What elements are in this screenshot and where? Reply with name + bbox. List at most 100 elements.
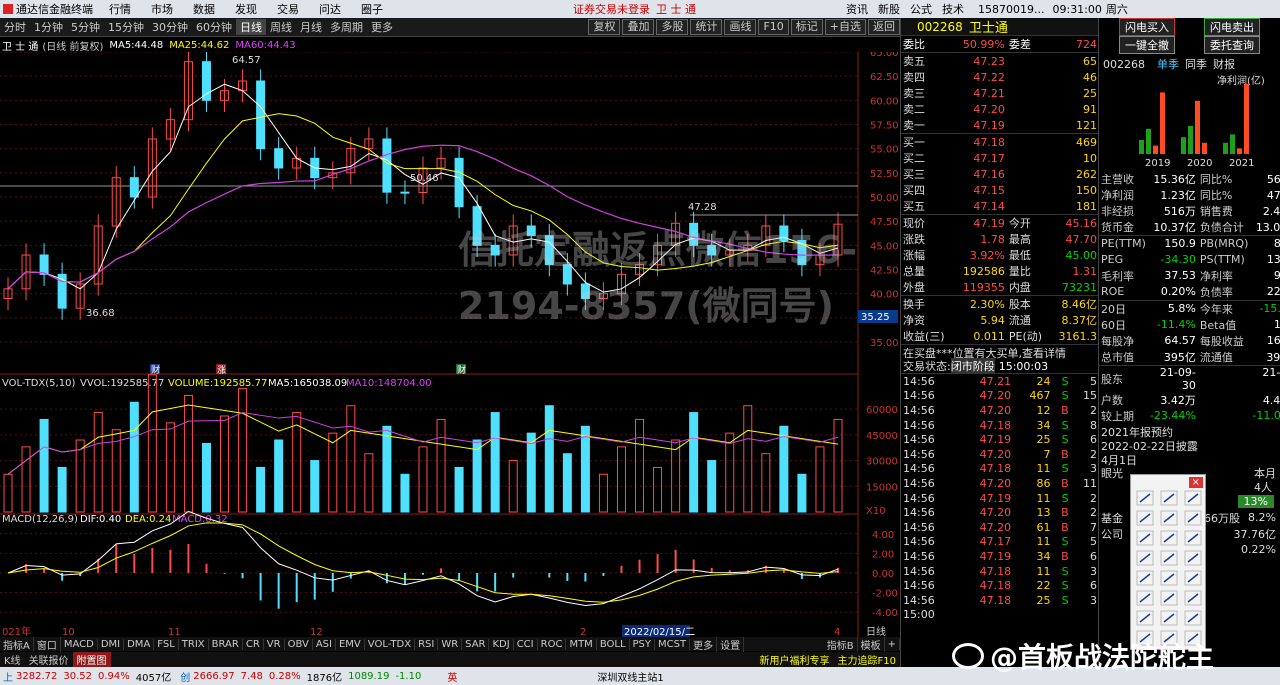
indicator-tab[interactable]: MTM — [566, 638, 597, 650]
period-tab[interactable]: 分时 — [0, 19, 30, 35]
period-tab[interactable]: 周线 — [266, 19, 296, 35]
multi-stock-button[interactable]: 多股 — [656, 19, 689, 35]
period-tab[interactable]: 15分钟 — [104, 19, 148, 35]
period-tab-more[interactable]: 更多 — [367, 19, 397, 35]
indicator-tab[interactable]: 指标A — [0, 636, 34, 652]
volume-bar — [544, 405, 554, 513]
period-tab[interactable]: 60分钟 — [192, 19, 236, 35]
indicator-tab[interactable]: FSL — [154, 638, 179, 650]
candle-body — [274, 148, 284, 169]
promo-link[interactable]: 新用户福利专享 — [756, 652, 834, 667]
bid-price[interactable]: 47.18 — [954, 134, 1007, 151]
menu-item-circle[interactable]: 圈子 — [351, 1, 393, 17]
draw-line-button[interactable]: 画线 — [724, 19, 757, 35]
stat-value: 5.94 — [980, 313, 1005, 327]
ask-price[interactable]: 47.22 — [954, 69, 1007, 85]
period-tab[interactable]: 多周期 — [326, 19, 367, 35]
menu-item-data[interactable]: 数据 — [183, 1, 225, 17]
indicator-b-tab[interactable]: 指标B — [824, 636, 858, 652]
big-order-notice[interactable]: 在买盘***位置有大买单,查看详情 — [901, 345, 1098, 359]
indicator-tab[interactable]: BRAR — [209, 638, 243, 650]
indicator-tab[interactable]: DMI — [98, 638, 125, 650]
indicator-settings[interactable]: 设置 — [717, 636, 745, 652]
overlay-button[interactable]: 叠加 — [622, 19, 655, 35]
mark-button[interactable]: 标记 — [790, 19, 823, 35]
indicator-tab[interactable]: CCI — [514, 638, 538, 650]
kline-tab[interactable]: K线 — [0, 652, 25, 667]
news-line[interactable]: 2022-02-22日披露 — [1099, 438, 1280, 453]
bid-price[interactable]: 47.16 — [954, 166, 1007, 182]
drawing-tool-palette[interactable]: × — [1130, 474, 1206, 650]
restore-right-button[interactable]: 复权 — [588, 19, 621, 35]
ask-price[interactable]: 47.21 — [954, 85, 1007, 101]
kline-chart[interactable]: 65.0062.5060.0057.5055.0052.5050.0047.50… — [0, 52, 900, 637]
ime-indicator[interactable]: 英 — [447, 669, 457, 684]
macd-tick: 0.00 — [872, 569, 894, 580]
bid-price[interactable]: 47.15 — [954, 182, 1007, 198]
menu-item-market[interactable]: 行情 — [99, 1, 141, 17]
menu-item-market2[interactable]: 市场 — [141, 1, 183, 17]
indicator-tab[interactable]: CR — [243, 638, 264, 650]
news-line[interactable]: 2021年报预约 — [1099, 424, 1280, 439]
flash-sell-button[interactable]: 闪电卖出 — [1204, 18, 1260, 36]
fin-tab-report[interactable]: 财报 — [1213, 56, 1235, 72]
menu-news[interactable]: 资讯 — [846, 1, 868, 17]
add-favorite-button[interactable]: +自选 — [824, 19, 866, 35]
related-quote-tab[interactable]: 关联报价 — [25, 652, 73, 667]
finance-tag-2[interactable]: 财 — [457, 364, 466, 376]
period-tab-daily[interactable]: 日线 — [236, 19, 266, 35]
ask-price[interactable]: 47.19 — [954, 117, 1007, 134]
fin-tab-quarter[interactable]: 单季 — [1157, 56, 1179, 72]
indicator-tab-more[interactable]: 更多 — [690, 636, 718, 652]
limit-tag[interactable]: 涨 — [217, 365, 226, 376]
indicator-tab[interactable]: MCST — [655, 638, 691, 650]
cancel-all-button[interactable]: 一键全撤 — [1119, 36, 1175, 54]
indicator-tab[interactable]: PSY — [630, 638, 656, 650]
indicator-tab[interactable]: SAR — [462, 638, 490, 650]
news-line[interactable]: 4月1日 — [1099, 452, 1280, 467]
indicator-tab[interactable]: VOL-TDX — [365, 638, 416, 650]
indicator-tab[interactable]: ASI — [313, 638, 336, 650]
menu-tech[interactable]: 技术 — [942, 1, 964, 17]
period-tab[interactable]: 5分钟 — [67, 19, 104, 35]
flash-buy-button[interactable]: 闪电买入 — [1119, 18, 1175, 36]
order-query-button[interactable]: 委托查询 — [1204, 36, 1260, 54]
bid-price[interactable]: 47.17 — [954, 150, 1007, 166]
promo-link-2[interactable]: 主力追踪F10 — [834, 652, 900, 667]
indicator-tab[interactable]: KDJ — [489, 638, 514, 650]
indicator-tab[interactable]: OBV — [285, 638, 313, 650]
bid-price[interactable]: 47.14 — [954, 198, 1007, 215]
period-tab[interactable]: 1分钟 — [30, 19, 67, 35]
indicator-tab[interactable]: MACD — [61, 638, 98, 650]
indicator-tab[interactable]: ROC — [538, 638, 567, 650]
indicator-tab[interactable]: BOLL — [597, 638, 630, 650]
menu-newstock[interactable]: 新股 — [878, 1, 900, 17]
stats-button[interactable]: 统计 — [690, 19, 723, 35]
f10-button[interactable]: F10 — [758, 19, 789, 35]
add-tab[interactable]: + — [885, 638, 900, 650]
ask-price[interactable]: 47.23 — [954, 53, 1007, 70]
code-box[interactable]: 002268 — [917, 20, 963, 34]
period-tab[interactable]: 月线 — [296, 19, 326, 35]
indicator-tab[interactable]: DMA — [124, 638, 155, 650]
template-tab[interactable]: 模板 — [858, 636, 885, 652]
menu-formula[interactable]: 公式 — [910, 1, 932, 17]
indicator-tab[interactable]: TRIX — [179, 638, 209, 650]
indicator-tab[interactable]: WR — [438, 638, 463, 650]
menu-item-discover[interactable]: 发现 — [225, 1, 267, 17]
indicator-tab[interactable]: RSI — [415, 638, 439, 650]
account-id[interactable]: 15870019... — [978, 3, 1044, 16]
period-tab[interactable]: 30分钟 — [148, 19, 192, 35]
server-label[interactable]: 深圳双线主站1 — [597, 669, 663, 684]
indicator-tab[interactable]: VR — [264, 638, 285, 650]
indicator-tab[interactable]: 窗口 — [34, 636, 61, 652]
fin-tab-same[interactable]: 同季 — [1185, 56, 1207, 72]
finance-tag[interactable]: 财 — [151, 364, 160, 376]
attach-chart-tab[interactable]: 附置图 — [72, 652, 111, 667]
back-button[interactable]: 返回 — [868, 19, 900, 35]
login-notice[interactable]: 证券交易未登录 — [573, 1, 650, 17]
indicator-tab[interactable]: EMV — [336, 638, 365, 650]
menu-item-trade[interactable]: 交易 — [267, 1, 309, 17]
menu-item-ask[interactable]: 问达 — [309, 1, 351, 17]
ask-price[interactable]: 47.20 — [954, 101, 1007, 117]
